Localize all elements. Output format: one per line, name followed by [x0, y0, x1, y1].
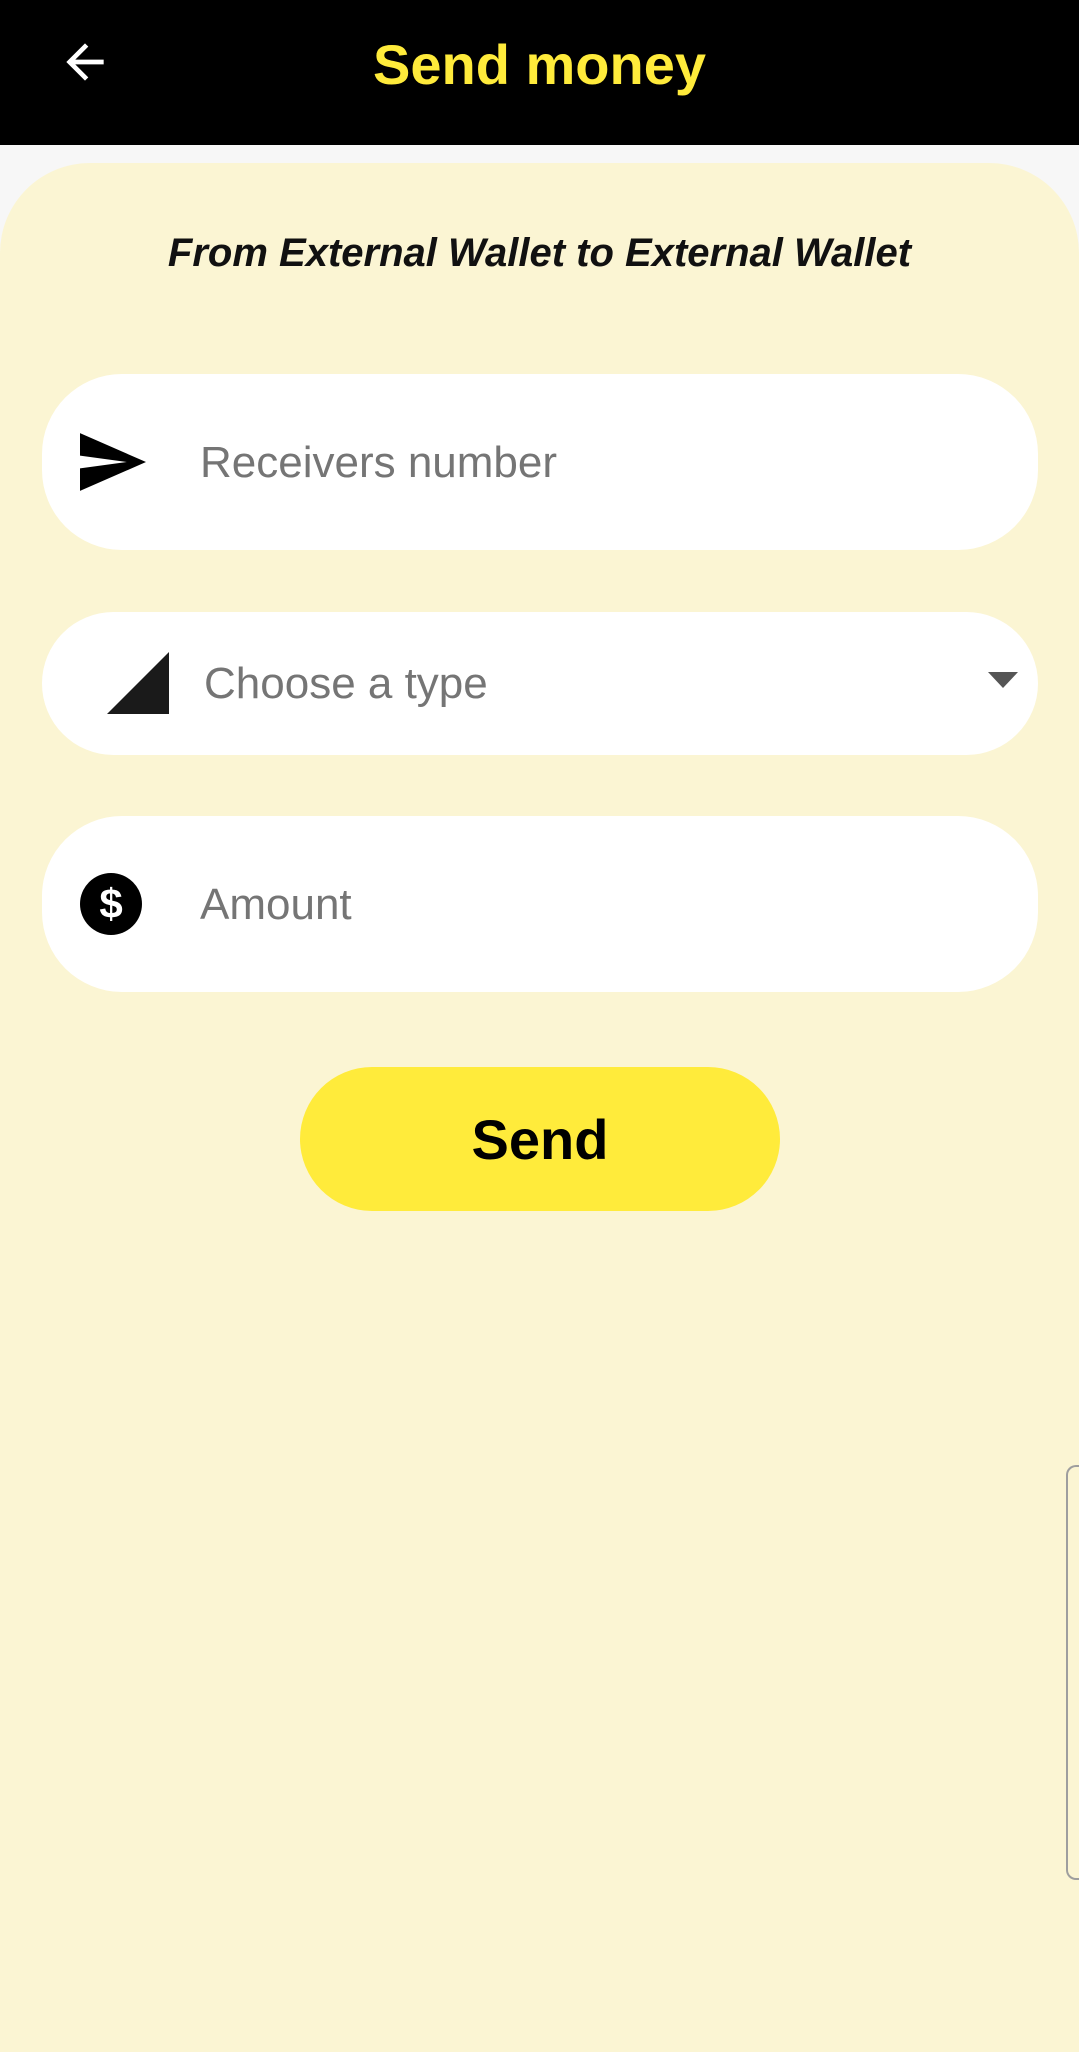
form-sheet: From External Wallet to External Wallet …	[0, 163, 1079, 2052]
svg-text:$: $	[99, 880, 122, 927]
amount-field[interactable]: $	[42, 816, 1038, 994]
send-money-screen: Send money From External Wallet to Exter…	[0, 0, 1079, 2052]
page-title: Send money	[373, 33, 706, 96]
transfer-direction-label: From External Wallet to External Wallet	[167, 231, 912, 275]
receivers-number-input[interactable]	[198, 374, 1002, 552]
caret-down-icon	[988, 672, 1018, 692]
send-button[interactable]: Send	[300, 1067, 780, 1211]
send-icon	[78, 432, 148, 492]
type-select[interactable]: Choose a type	[42, 612, 1038, 755]
type-select-value: Choose a type	[204, 659, 488, 708]
signal-icon	[106, 650, 170, 716]
dollar-circle-icon: $	[80, 873, 142, 935]
receivers-number-field[interactable]	[42, 374, 1038, 552]
app-bar: Send money	[0, 0, 1079, 145]
edge-panel-handle[interactable]	[1066, 1465, 1079, 1880]
amount-input[interactable]	[198, 816, 1002, 994]
